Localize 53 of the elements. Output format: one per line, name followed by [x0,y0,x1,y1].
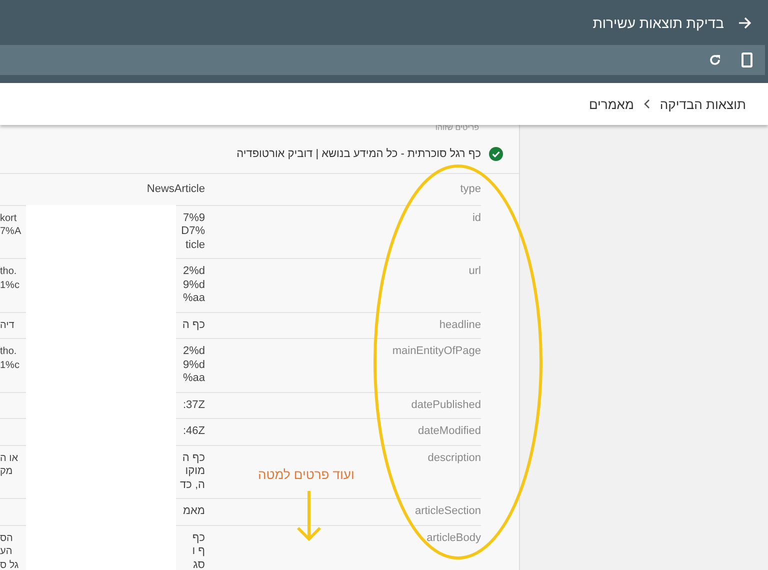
property-name: description [428,452,481,466]
value-fragment: tho. [0,345,18,358]
value-fragment: 1%c [0,278,20,292]
value-fragment: מוקו [184,465,205,478]
breadcrumb-item[interactable]: מאמרים [589,96,634,112]
value-fragment: כף ה [181,452,205,465]
refresh-icon[interactable] [709,54,721,66]
value-fragment: 7%A [0,225,22,238]
value-fragment: דיה [0,318,14,332]
app-title: בדיקת תוצאות עשירות [592,14,724,30]
value-fragment: או ה [0,452,18,465]
chevron-icon [644,99,650,109]
value-fragment: kort [0,212,18,225]
property-name: datePublished [411,398,481,412]
value-fragment: הס [0,532,14,545]
value-fragment: 1%c [0,358,20,372]
value-fragment: D7% [181,225,205,238]
arrow-icon[interactable] [738,16,752,30]
value-fragment: %aa [182,292,205,306]
breadcrumb-item[interactable]: תוצאות הבדיקה [660,96,746,112]
property-name: articleSection [414,505,481,518]
value-fragment: ticle [184,238,205,252]
value-fragment: tho. [0,265,18,278]
value-fragment: 9%d [182,278,205,292]
value-fragment: מאמ [182,505,205,518]
phone-icon[interactable] [741,52,753,68]
value-fragment: כף ה [182,318,205,332]
value-fragment: %aa [182,372,205,386]
section-label: פריטים שזוהו [434,125,480,133]
value-fragment: ה, כד [180,478,205,492]
value-fragment: גל ס [0,558,19,570]
value-fragment: ף ו [192,545,205,558]
value-fragment: 2%d [182,265,205,278]
property-name: dateModified [418,425,481,438]
value-fragment: 7%9 [182,212,205,225]
value-fragment: סג [192,558,205,570]
value-fragment: 9%d [182,358,205,372]
value-fragment: NewsArticle [146,183,205,196]
property-name: headline [439,318,481,332]
value-fragment: :46Z [182,425,205,438]
value-fragment: :37Z [182,398,205,412]
property-name: type [460,183,481,196]
down-arrow [296,490,322,542]
value-fragment: מק [0,465,14,478]
annotation-note: ועוד פרטים למטה [258,467,354,482]
value-fragment: 2%d [182,345,205,358]
property-name: articleBody [426,532,481,546]
item-title[interactable]: כף רגל סוכרתית - כל המידע בנושא | דוביק אורטופדיה [236,148,481,160]
property-name: id [472,212,481,226]
value-fragment: כף [192,532,205,545]
value-fragment: הע [0,545,14,558]
property-name: mainEntityOfPage [392,345,481,359]
property-name: url [468,265,481,279]
